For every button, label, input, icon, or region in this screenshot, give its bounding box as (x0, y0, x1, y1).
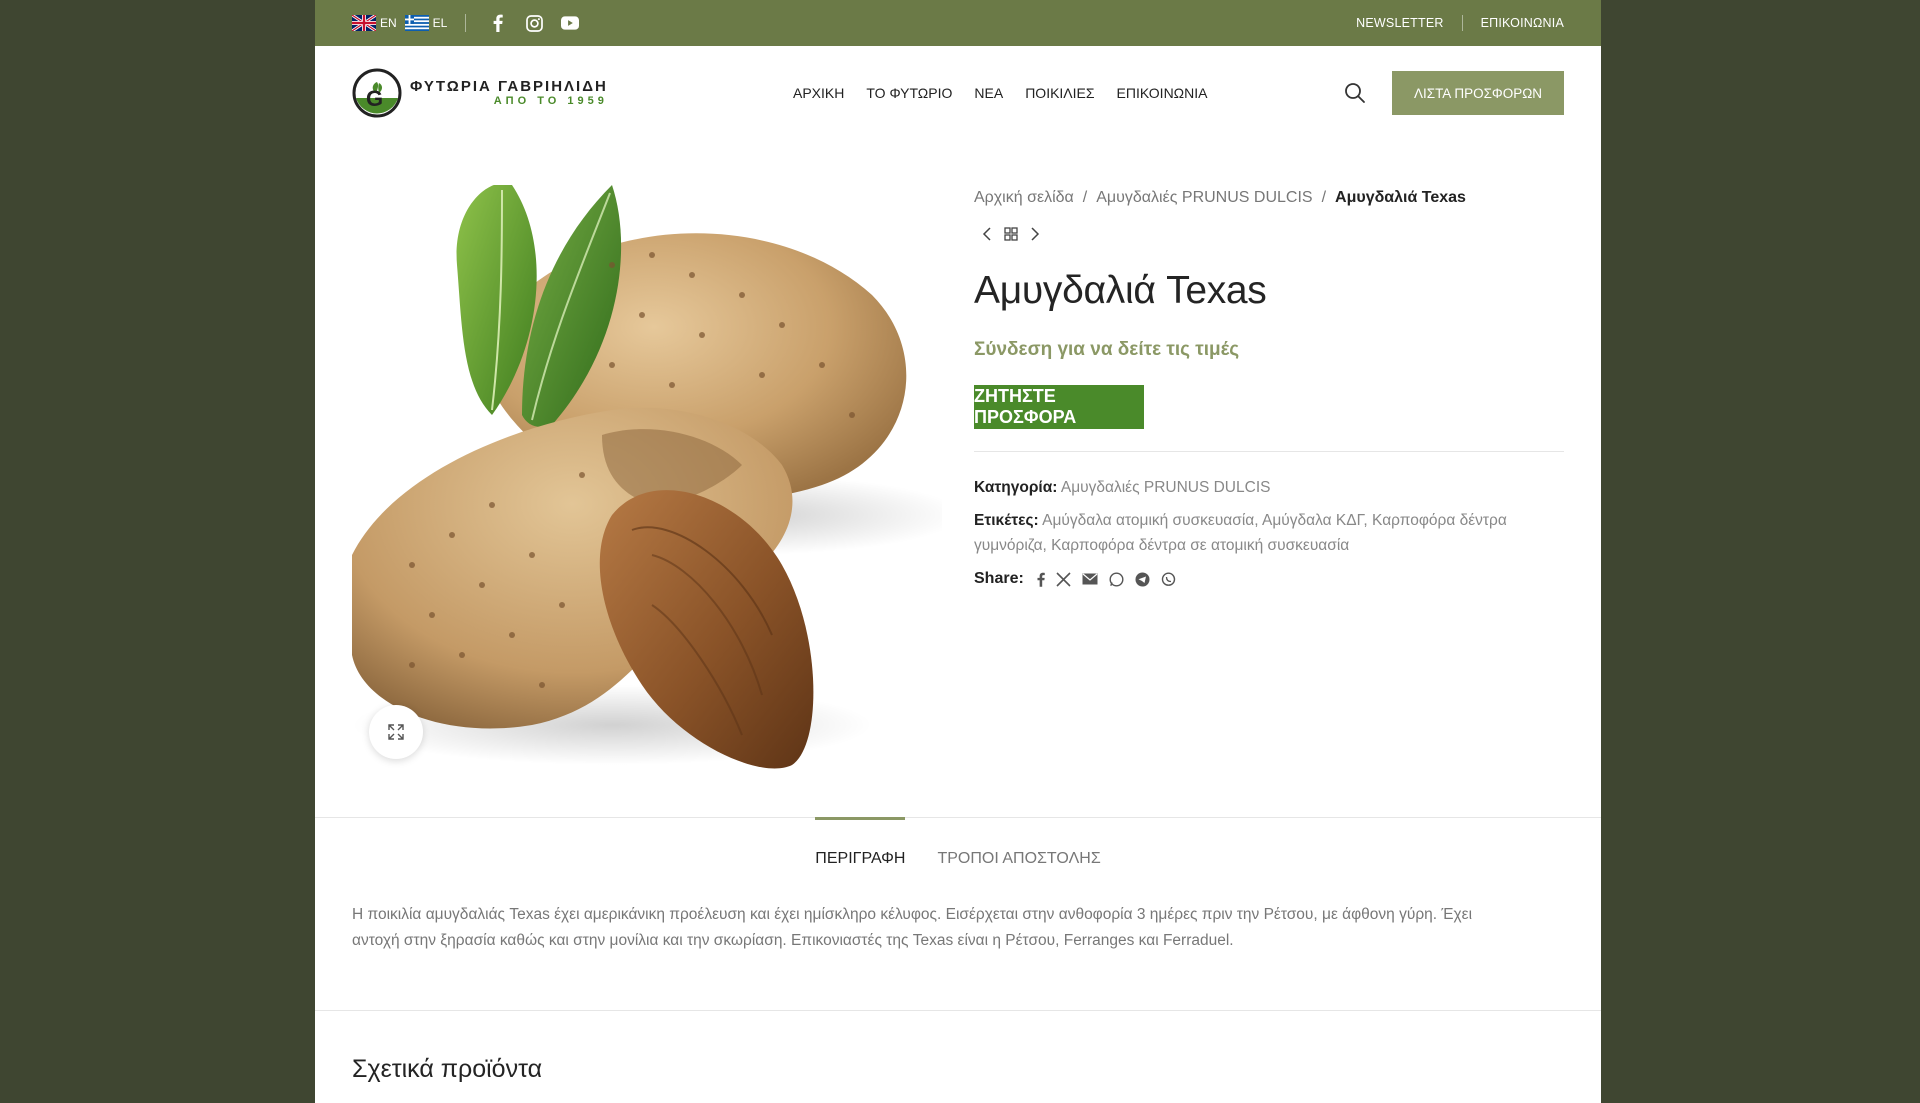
logo-subtitle: ΑΠΟ ΤΟ 1959 (493, 95, 608, 108)
contact-link[interactable]: ΕΠΙΚΟΙΝΩΝΙΑ (1481, 16, 1564, 30)
tag-link[interactable]: Καρποφόρα δέντρα σε ατομική συσκευασία (1051, 537, 1349, 554)
facebook-icon[interactable] (489, 14, 507, 32)
breadcrumb-category[interactable]: Αμυγδαλιές PRUNUS DULCIS (1096, 189, 1312, 206)
divider (315, 1010, 1601, 1011)
tabs-list: ΠΕΡΙΓΡΑΦΗ ΤΡΟΠΟΙ ΑΠΟΣΤΟΛΗΣ (315, 817, 1601, 876)
divider (465, 14, 467, 32)
product-gallery[interactable] (352, 185, 942, 775)
tag-link[interactable]: Αμύγδαλα ΚΔΓ (1262, 512, 1363, 529)
nav-item-contact[interactable]: ΕΠΙΚΟΙΝΩΝΙΑ (1117, 85, 1208, 101)
expand-image-button[interactable] (369, 705, 423, 759)
logo-mark-icon: G (352, 68, 402, 118)
main-nav: ΑΡΧΙΚΗ ΤΟ ΦΥΤΩΡΙΟ ΝΕΑ ΠΟΙΚΙΛΙΕΣ ΕΠΙΚΟΙΝΩ… (793, 85, 1208, 101)
share-row: Share: (974, 566, 1564, 592)
telegram-share-icon[interactable] (1135, 572, 1150, 587)
logo[interactable]: G ΦΥΤΩΡΙΑ ΓΑΒΡΙΗΛΙΔΗ ΑΠΟ ΤΟ 1959 (352, 68, 652, 118)
lang-el[interactable]: EL (404, 15, 448, 31)
category-value[interactable]: Αμυγδαλιές PRUNUS DULCIS (1061, 479, 1271, 496)
chevron-left-icon[interactable] (982, 227, 992, 241)
breadcrumb-home[interactable]: Αρχική σελίδα (974, 189, 1074, 206)
product-navigation (974, 227, 1564, 241)
expand-icon (388, 724, 404, 740)
facebook-share-icon[interactable] (1037, 572, 1045, 587)
greek-flag-icon (404, 15, 429, 31)
product-tabs: ΠΕΡΙΓΡΑΦΗ ΤΡΟΠΟΙ ΑΠΟΣΤΟΛΗΣ Η ποικιλία αμ… (315, 817, 1601, 953)
top-bar: EN EL NEWSLETTER ΕΠΙΚΟΙΝΩΝΙΑ (315, 0, 1601, 46)
product-summary: Αρχική σελίδα / Αμυγδαλιές PRUNUS DULCIS / Α… (974, 185, 1564, 592)
offers-list-button[interactable]: ΛΙΣΤΑ ΠΡΟΣΦΟΡΩΝ (1392, 71, 1564, 115)
nav-item-varieties[interactable]: ΠΟΙΚΙΛΙΕΣ (1025, 85, 1094, 101)
logo-title: ΦΥΤΩΡΙΑ ΓΑΒΡΙΗΛΙΔΗ (410, 77, 608, 95)
breadcrumb-current: Αμυγδαλιά Texas (1335, 189, 1466, 206)
uk-flag-icon (352, 15, 376, 31)
tab-shipping[interactable]: ΤΡΟΠΟΙ ΑΠΟΣΤΟΛΗΣ (937, 818, 1100, 876)
share-label: Share: (974, 570, 1024, 588)
lang-el-label: EL (432, 16, 448, 30)
instagram-icon[interactable] (525, 14, 543, 32)
top-bar-right: NEWSLETTER ΕΠΙΚΟΙΝΩΝΙΑ (1356, 15, 1564, 31)
product-title: Αμυγδαλιά Texas (974, 269, 1267, 312)
almond-product-image (352, 185, 942, 775)
youtube-icon[interactable] (561, 14, 580, 32)
header-actions: ΛΙΣΤΑ ΠΡΟΣΦΟΡΩΝ (1344, 71, 1564, 115)
tags-row: Ετικέτες: Αμύγδαλα ατομική συσκευασία, Α… (974, 511, 1507, 554)
search-icon[interactable] (1344, 82, 1366, 104)
chevron-right-icon[interactable] (1030, 227, 1040, 241)
lang-en-label: EN (380, 16, 397, 30)
whatsapp-share-icon[interactable] (1109, 572, 1124, 587)
nav-item-news[interactable]: ΝΕΑ (974, 85, 1003, 101)
product-section: Αρχική σελίδα / Αμυγδαλιές PRUNUS DULCIS / Α… (352, 185, 1564, 775)
product-description: Η ποικιλία αμυγδαλιάς Texas έχει αμερικά… (352, 906, 1473, 949)
nav-item-home[interactable]: ΑΡΧΙΚΗ (793, 85, 844, 101)
divider (974, 451, 1564, 452)
tags-label: Ετικέτες: (974, 511, 1039, 529)
nav-item-nursery[interactable]: ΤΟ ΦΥΤΩΡΙΟ (866, 85, 952, 101)
request-quote-button[interactable]: ΖΗΤΗΣΤΕ ΠΡΟΣΦΟΡΑ (974, 385, 1144, 429)
x-share-icon[interactable] (1056, 572, 1071, 587)
site-header: G ΦΥΤΩΡΙΑ ΓΑΒΡΙΗΛΙΔΗ ΑΠΟ ΤΟ 1959 ΑΡΧΙΚΗ … (315, 46, 1601, 140)
related-products-heading: Σχετικά προϊόντα (352, 1055, 543, 1083)
breadcrumb: Αρχική σελίδα / Αμυγδαλιές PRUNUS DULCIS / Α… (974, 189, 1466, 206)
top-bar-left: EN EL (352, 14, 584, 32)
grid-icon[interactable] (1004, 227, 1018, 241)
svg-text:G: G (366, 86, 383, 111)
product-meta: Κατηγορία: Αμυγδαλιές PRUNUS DULCIS Ετικ… (974, 476, 1564, 592)
category-label: Κατηγορία: (974, 479, 1058, 496)
tag-link[interactable]: Αμύγδαλα ατομική συσκευασία (1042, 512, 1254, 529)
category-row: Κατηγορία: Αμυγδαλιές PRUNUS DULCIS (974, 476, 1564, 501)
newsletter-link[interactable]: NEWSLETTER (1356, 16, 1443, 30)
email-share-icon[interactable] (1082, 573, 1098, 585)
page-container: EN EL NEWSLETTER ΕΠΙΚΟΙΝΩΝΙΑ G ΦΥΤΩΡΙΑ Γ… (315, 0, 1601, 1103)
login-to-see-prices-link[interactable]: Σύνδεση για να δείτε τις τιμές (974, 339, 1564, 361)
divider (1461, 15, 1463, 31)
viber-share-icon[interactable] (1161, 572, 1176, 587)
lang-en[interactable]: EN (352, 15, 397, 31)
tab-description[interactable]: ΠΕΡΙΓΡΑΦΗ (815, 817, 906, 876)
